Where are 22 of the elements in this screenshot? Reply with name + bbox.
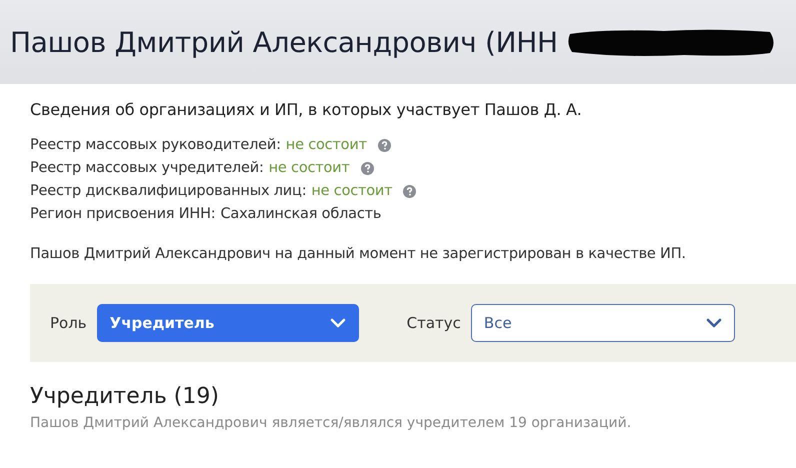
- page-title: Пашов Дмитрий Александрович (ИНН: [10, 26, 558, 58]
- registry-value: не состоит: [286, 137, 367, 153]
- registry-label: Реестр массовых учредителей:: [30, 160, 264, 176]
- help-icon[interactable]: [378, 138, 391, 152]
- registry-label: Реестр массовых руководителей:: [30, 137, 281, 153]
- registry-value: не состоит: [311, 183, 392, 199]
- help-icon[interactable]: [403, 184, 416, 198]
- filter-label: Статус: [406, 314, 461, 332]
- section-description: Пашов Дмитрий Александрович является/являлся учредителем 19 организаций.: [30, 415, 632, 431]
- chevron-down-icon: [330, 318, 346, 328]
- help-icon[interactable]: [360, 162, 374, 174]
- select-dropdown[interactable]: Учредитель: [96, 304, 359, 342]
- section-heading: Учредитель (19): [30, 384, 220, 409]
- filter-label: Роль: [50, 314, 87, 332]
- registry-label: Регион присвоения ИНН:: [30, 206, 216, 222]
- select-dropdown[interactable]: Все: [470, 304, 735, 342]
- ip-status-text: Пашов Дмитрий Александрович на данный момент не зарегистрирован в качестве ИП.: [30, 246, 687, 262]
- intro-text: Сведения об организациях и ИП, в которых участвует Пашов Д. А.: [30, 100, 583, 119]
- registry-value: Сахалинская область: [220, 206, 382, 222]
- registry-value: не состоит: [268, 160, 350, 176]
- chevron-down-icon: [706, 318, 722, 328]
- registry-label: Реестр дисквалифицированных лиц:: [30, 183, 306, 199]
